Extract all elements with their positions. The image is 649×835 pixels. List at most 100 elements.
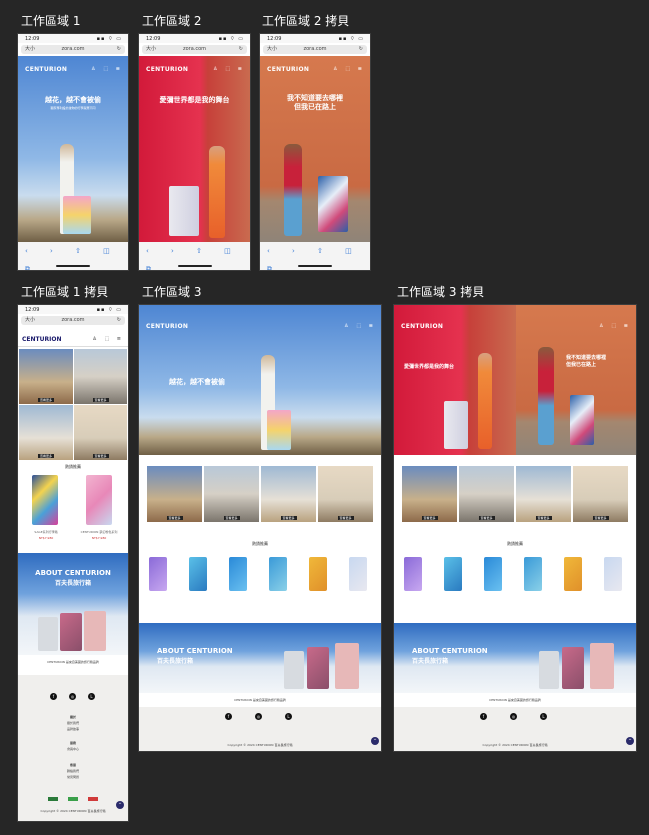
category-tile[interactable]: 查看更多 bbox=[261, 466, 316, 522]
suitcase-image bbox=[335, 643, 359, 689]
header-icons[interactable]: ♙ ⬚ ≡ bbox=[92, 336, 124, 342]
product-image[interactable] bbox=[349, 557, 367, 591]
footer-link[interactable]: 關於我們 bbox=[18, 721, 128, 725]
url-bar[interactable]: 大小 zora.com ↻ bbox=[263, 45, 367, 54]
category-tile[interactable]: 查看更多 bbox=[74, 349, 127, 404]
about-line: CENTURION 是來自美國的旅行箱品牌 bbox=[47, 660, 99, 664]
footer-link[interactable]: 聯絡我們 bbox=[18, 769, 128, 773]
instagram-icon[interactable]: ◎ bbox=[510, 713, 517, 720]
suitcase-image bbox=[169, 186, 199, 236]
artboard-3[interactable]: 12:09 ▪▪ ⌔ ▭ 大小 zora.com ↻ CENTURION ♙ ⬚ ≡ 我… bbox=[260, 34, 370, 270]
header-icons[interactable]: ♙ ⬚ ≡ bbox=[599, 323, 631, 329]
suitcase-image bbox=[84, 611, 106, 651]
hero-banner[interactable]: CENTURION ♙ ⬚ ≡ 越花，越不會被偷 bbox=[139, 305, 381, 455]
site-logo[interactable]: CENTURION bbox=[22, 336, 61, 343]
category-tile[interactable]: 查看更多 bbox=[19, 349, 73, 404]
product-image[interactable] bbox=[604, 557, 622, 591]
section-title: 熱銷推薦 bbox=[507, 541, 523, 546]
safari-toolbar[interactable]: ‹ › ⇧ ◫ ⧉ bbox=[18, 242, 128, 270]
back-to-top-button[interactable]: ^ bbox=[626, 737, 634, 745]
url-bar[interactable]: 大小 zora.com ↻ bbox=[21, 45, 125, 54]
site-logo[interactable]: CENTURION bbox=[146, 323, 188, 330]
category-tile[interactable]: 查看更多 bbox=[516, 466, 571, 522]
product-image[interactable] bbox=[269, 557, 287, 591]
artboard-label-3[interactable]: 工作區域 2 拷貝 bbox=[262, 14, 349, 28]
product-image[interactable] bbox=[86, 475, 112, 525]
facebook-icon[interactable]: f bbox=[480, 713, 487, 720]
hero-banner[interactable]: CENTURION ♙ ⬚ ≡ 愛彌世界都是我的舞台 bbox=[139, 56, 250, 242]
category-tile[interactable]: 查看更多 bbox=[402, 466, 457, 522]
artboard-label-4[interactable]: 工作區域 1 拷貝 bbox=[21, 285, 108, 299]
suitcase-image bbox=[539, 651, 559, 689]
url-bar[interactable]: 大小 zora.com ↻ bbox=[142, 45, 247, 54]
artboard-6[interactable]: CENTURION ♙ ⬚ ≡ 愛彌世界都是我的舞台 我不知道要去哪裡 但我已在路上… bbox=[394, 305, 636, 751]
artboard-2[interactable]: 12:09 ▪▪ ⌔ ▭ 大小 zora.com ↻ CENTURION ♙ ⬚ ≡ 愛… bbox=[139, 34, 250, 270]
product-image[interactable] bbox=[484, 557, 502, 591]
category-tile[interactable]: 查看更多 bbox=[147, 466, 202, 522]
model-figure bbox=[284, 144, 302, 236]
site-logo[interactable]: CENTURION bbox=[146, 66, 188, 73]
suitcase-image bbox=[318, 176, 348, 232]
site-logo[interactable]: CENTURION bbox=[267, 66, 309, 73]
line-icon[interactable]: L bbox=[540, 713, 547, 720]
hero-banner[interactable]: CENTURION ♙ ⬚ ≡ 愛彌世界都是我的舞台 我不知道要去哪裡 但我已在路上 bbox=[394, 305, 636, 455]
home-indicator bbox=[298, 265, 332, 267]
artboard-label-5[interactable]: 工作區域 3 bbox=[142, 285, 201, 299]
about-section: ABOUT CENTURION 百夫長旅行箱 bbox=[394, 623, 636, 693]
suitcase-image bbox=[307, 647, 329, 689]
hero-headline: 愛彌世界都是我的舞台 bbox=[404, 364, 455, 370]
footer-link[interactable]: 會員中心 bbox=[18, 747, 128, 751]
product-image[interactable] bbox=[229, 557, 247, 591]
category-tile[interactable]: 查看更多 bbox=[74, 405, 127, 460]
artboard-1[interactable]: 12:09 ▪▪ ⌔ ▭ 大小 zora.com ↻ CENTURION ♙ ⬚ ≡ 越… bbox=[18, 34, 128, 270]
line-icon[interactable]: L bbox=[88, 693, 95, 700]
instagram-icon[interactable]: ◎ bbox=[255, 713, 262, 720]
product-image[interactable] bbox=[404, 557, 422, 591]
about-subtitle: 百夫長旅行箱 bbox=[54, 580, 91, 587]
artboard-label-2[interactable]: 工作區域 2 bbox=[142, 14, 201, 28]
back-to-top-button[interactable]: ^ bbox=[371, 737, 379, 745]
facebook-icon[interactable]: f bbox=[50, 693, 57, 700]
safari-toolbar[interactable]: ‹ › ⇧ ◫ ⧉ bbox=[260, 242, 370, 270]
about-section: ABOUT CENTURION 百夫長旅行箱 bbox=[18, 553, 128, 655]
suitcase-image bbox=[444, 401, 468, 449]
header-icons[interactable]: ♙ ⬚ ≡ bbox=[91, 66, 123, 72]
url-bar[interactable]: 大小 zora.com ↻ bbox=[21, 316, 125, 325]
product-image[interactable] bbox=[189, 557, 207, 591]
product-price: NT$7,980 bbox=[38, 536, 54, 540]
footer-link[interactable]: 常見問題 bbox=[18, 775, 128, 779]
category-tile[interactable]: 查看更多 bbox=[573, 466, 628, 522]
safari-toolbar[interactable]: ‹ › ⇧ ◫ ⧉ bbox=[139, 242, 250, 270]
artboard-label-1[interactable]: 工作區域 1 bbox=[21, 14, 80, 28]
category-tile[interactable]: 查看更多 bbox=[19, 405, 73, 460]
footer-link[interactable]: 品牌故事 bbox=[18, 727, 128, 731]
product-name[interactable]: CENTURION 夢幻粉色系列 bbox=[74, 530, 124, 534]
facebook-icon[interactable]: f bbox=[225, 713, 232, 720]
suitcase-image bbox=[63, 196, 91, 234]
about-title: ABOUT CENTURION bbox=[412, 647, 488, 655]
site-logo[interactable]: CENTURION bbox=[401, 323, 443, 330]
site-logo[interactable]: CENTURION bbox=[25, 66, 67, 73]
category-tile[interactable]: 查看更多 bbox=[459, 466, 514, 522]
product-image[interactable] bbox=[309, 557, 327, 591]
header-icons[interactable]: ♙ ⬚ ≡ bbox=[213, 66, 245, 72]
hero-banner[interactable]: CENTURION ♙ ⬚ ≡ 我不知道要去哪裡 但我已在路上 bbox=[260, 56, 370, 242]
product-image[interactable] bbox=[149, 557, 167, 591]
artboard-4[interactable]: 12:09 ▪▪ ⌔ ▭ 大小 zora.com ↻ CENTURION ♙ ⬚ ≡ … bbox=[18, 305, 128, 821]
header-icons[interactable]: ♙ ⬚ ≡ bbox=[344, 323, 376, 329]
back-to-top-button[interactable]: ^ bbox=[116, 801, 124, 809]
artboard-5[interactable]: CENTURION ♙ ⬚ ≡ 越花，越不會被偷 查看更多 查看更多 查看更多 查… bbox=[139, 305, 381, 751]
header-icons[interactable]: ♙ ⬚ ≡ bbox=[333, 66, 365, 72]
instagram-icon[interactable]: ◎ bbox=[69, 693, 76, 700]
hero-headline: 愛彌世界都是我的舞台 bbox=[159, 96, 230, 104]
product-image[interactable] bbox=[564, 557, 582, 591]
category-tile[interactable]: 查看更多 bbox=[318, 466, 373, 522]
category-tile[interactable]: 查看更多 bbox=[204, 466, 259, 522]
product-image[interactable] bbox=[32, 475, 58, 525]
artboard-label-6[interactable]: 工作區域 3 拷貝 bbox=[397, 285, 484, 299]
product-image[interactable] bbox=[444, 557, 462, 591]
line-icon[interactable]: L bbox=[285, 713, 292, 720]
product-name[interactable]: SAGE系列行李箱 bbox=[22, 530, 70, 534]
product-image[interactable] bbox=[524, 557, 542, 591]
hero-banner[interactable]: CENTURION ♙ ⬚ ≡ 越花，越不會被偷 獨家專利設計讓你的行李與眾不同 bbox=[18, 56, 128, 242]
